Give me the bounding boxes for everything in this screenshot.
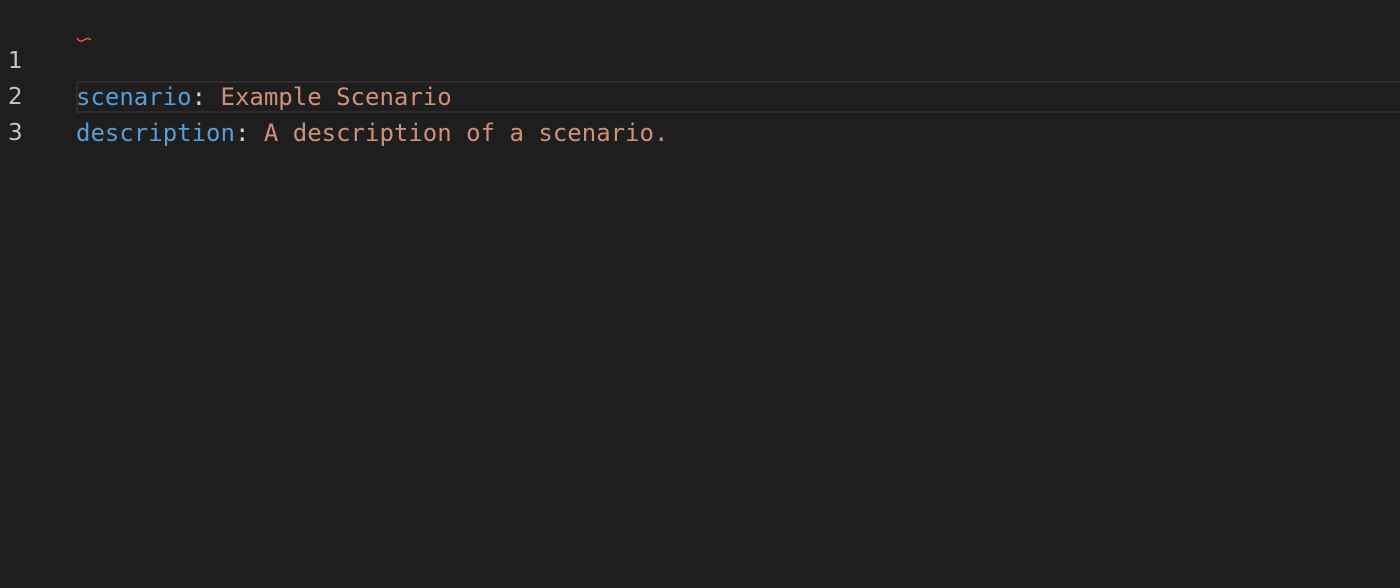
yaml-value: A description of a scenario. [249,119,669,147]
code-editor[interactable]: 1 scenario: Example Scenario 2 descripti… [0,0,1400,588]
editor-line[interactable]: 3 [0,79,1400,146]
yaml-colon: : [234,119,250,147]
yaml-key: description [76,119,235,147]
line-number: 3 [8,120,23,146]
editor-line[interactable]: 2 description: A description of a scenar… [0,43,1400,147]
editor-line[interactable]: 1 scenario: Example Scenario [0,7,1400,111]
line-content[interactable]: description: A description of a scenario… [76,115,668,151]
